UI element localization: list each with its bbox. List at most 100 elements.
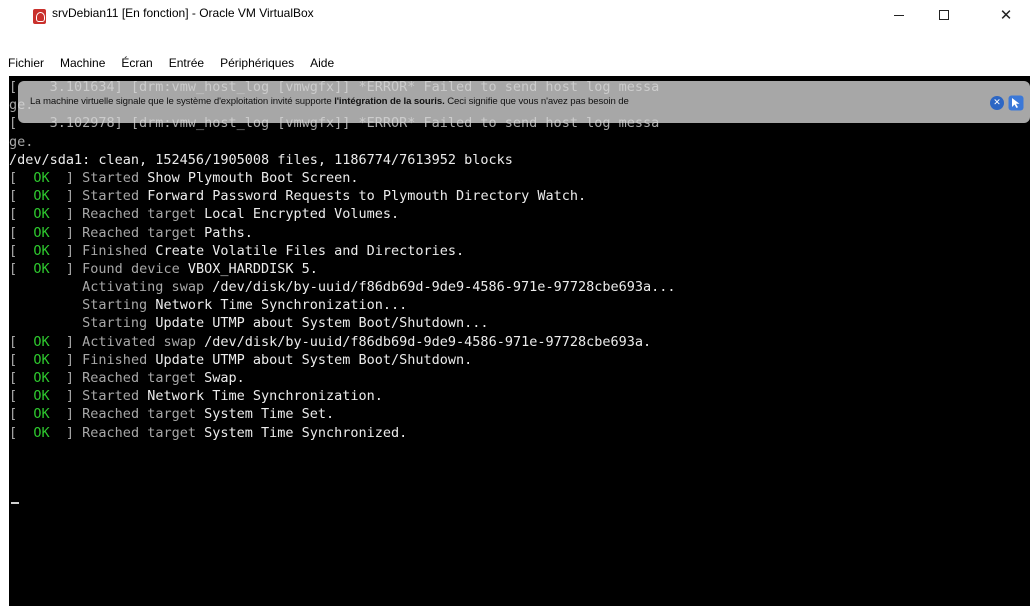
status-ok: OK: [33, 333, 50, 350]
boot-verb: Started: [82, 169, 148, 186]
boot-status-line: [ OK ] Reached target Paths.: [9, 224, 1030, 242]
status-bracket-close: ]: [49, 169, 83, 186]
boot-verb: Reached target: [82, 206, 205, 223]
notification-text-after: Ceci signifie que vous n'avez pas besoin…: [444, 96, 629, 107]
boot-verb: Reached target: [82, 224, 205, 241]
virtualbox-icon: [33, 9, 46, 24]
notification-text: La machine virtuelle signale que le syst…: [30, 96, 629, 107]
status-bracket-open: [: [9, 188, 34, 205]
menu-bar: Fichier Machine Écran Entrée Périphériqu…: [0, 52, 1032, 74]
boot-status-line: [ OK ] Started Network Time Synchronizat…: [9, 387, 1030, 405]
boot-status-line: [ OK ] Finished Create Volatile Files an…: [9, 242, 1030, 260]
boot-status-line: [ OK ] Started Forward Password Requests…: [9, 187, 1030, 205]
status-ok: OK: [33, 188, 50, 205]
minimize-button[interactable]: [876, 0, 922, 30]
status-bracket-open: [: [9, 260, 34, 277]
status-bracket-close: ]: [49, 260, 83, 277]
boot-status-line: Starting Network Time Synchronization...: [9, 296, 1030, 314]
maximize-button[interactable]: [921, 0, 967, 30]
terminal-line: ge.: [9, 133, 1030, 151]
boot-status-line: [ OK ] Reached target System Time Set.: [9, 405, 1030, 423]
status-bracket-close: ]: [49, 206, 83, 223]
boot-status-line: [ OK ] Started Show Plymouth Boot Screen…: [9, 169, 1030, 187]
status-ok: OK: [33, 370, 50, 386]
status-indent: [9, 297, 82, 313]
title-bar[interactable]: srvDebian11 [En fonction] - Oracle VM Vi…: [0, 0, 1032, 50]
notification-text-before: La machine virtuelle signale que le syst…: [30, 96, 335, 107]
boot-target: VBOX_HARDDISK 5.: [187, 260, 318, 277]
status-bracket-open: [: [9, 370, 34, 386]
status-bracket-open: [: [9, 424, 34, 441]
status-bracket-close: ]: [49, 388, 83, 405]
status-ok: OK: [33, 206, 50, 223]
status-ok: OK: [33, 169, 50, 186]
mouse-integration-notification: La machine virtuelle signale que le syst…: [18, 81, 1030, 123]
status-indent: [9, 279, 82, 295]
status-ok: OK: [33, 224, 50, 241]
status-ok: OK: [33, 388, 50, 405]
boot-target: Forward Password Requests to Plymouth Di…: [147, 188, 587, 205]
menu-machine[interactable]: Machine: [59, 55, 106, 71]
boot-verb: Finished: [82, 242, 156, 259]
close-button[interactable]: ✕: [983, 0, 1029, 30]
menu-fichier[interactable]: Fichier: [7, 55, 45, 71]
boot-target: Create Volatile Files and Directories.: [155, 242, 465, 259]
boot-target: Network Time Synchronization...: [155, 297, 408, 314]
boot-target: System Time Synchronized.: [204, 424, 408, 441]
status-ok: OK: [33, 406, 50, 423]
status-bracket-open: [: [9, 388, 34, 405]
notification-text-bold: l'intégration de la souris.: [334, 96, 445, 107]
boot-target: /dev/disk/by-uuid/f86db69d-9de9-4586-971…: [212, 279, 676, 296]
status-bracket-close: ]: [49, 351, 83, 368]
menu-peripheriques[interactable]: Périphériques: [219, 55, 295, 71]
boot-status-line: [ OK ] Reached target Local Encrypted Vo…: [9, 205, 1030, 223]
status-bracket-close: ]: [49, 370, 83, 386]
terminal-output: [ 3.101634] [drm:vmw_host_log [vmwgfx]] …: [9, 78, 1030, 442]
terminal-line: /dev/sda1: clean, 152456/1905008 files, …: [9, 151, 1030, 169]
boot-target: System Time Set.: [204, 406, 335, 423]
menu-aide[interactable]: Aide: [309, 55, 335, 71]
status-bracket-close: ]: [49, 333, 83, 350]
boot-target: Network Time Synchronization.: [147, 388, 383, 405]
maximize-icon: [939, 10, 949, 20]
boot-target: Local Encrypted Volumes.: [204, 206, 400, 223]
window-title: srvDebian11 [En fonction] - Oracle VM Vi…: [52, 6, 314, 20]
boot-verb: Started: [82, 188, 148, 205]
mouse-integration-icon[interactable]: [1008, 95, 1024, 111]
boot-status-line: [ OK ] Reached target System Time Synchr…: [9, 424, 1030, 442]
boot-target: Paths.: [204, 224, 253, 241]
status-bracket-open: [: [9, 351, 34, 368]
minimize-icon: [894, 14, 904, 16]
boot-target: Update UTMP about System Boot/Shutdown..…: [155, 315, 489, 332]
menu-entree[interactable]: Entrée: [168, 55, 205, 71]
boot-verb: Activated swap: [82, 333, 205, 350]
boot-status-line: Starting Update UTMP about System Boot/S…: [9, 314, 1030, 332]
boot-target: Update UTMP about System Boot/Shutdown.: [155, 351, 473, 368]
boot-verb: Found device: [82, 260, 188, 277]
status-bracket-open: [: [9, 224, 34, 241]
log-text: /dev/sda1: clean, 152456/1905008 files, …: [9, 151, 513, 168]
boot-target: Show Plymouth Boot Screen.: [147, 169, 359, 186]
boot-verb: Reached target: [82, 370, 205, 386]
boot-status-line: [ OK ] Activated swap /dev/disk/by-uuid/…: [9, 333, 1030, 351]
boot-status-line: [ OK ] Reached target Swap.: [9, 369, 1030, 387]
status-ok: OK: [33, 351, 50, 368]
status-bracket-close: ]: [49, 406, 83, 423]
status-bracket-open: [: [9, 333, 34, 350]
close-notification-icon[interactable]: ✕: [990, 96, 1004, 110]
boot-target: /dev/disk/by-uuid/f86db69d-9de9-4586-971…: [204, 333, 652, 350]
boot-status-line: [ OK ] Finished Update UTMP about System…: [9, 351, 1030, 369]
terminal-cursor: [11, 502, 19, 504]
status-bracket-close: ]: [49, 424, 83, 441]
vm-display[interactable]: [ 3.101634] [drm:vmw_host_log [vmwgfx]] …: [9, 76, 1030, 606]
boot-status-line: [ OK ] Found device VBOX_HARDDISK 5.: [9, 260, 1030, 278]
status-bracket-open: [: [9, 169, 34, 186]
status-ok: OK: [33, 424, 50, 441]
status-bracket-close: ]: [49, 224, 83, 241]
log-text: ge.: [9, 133, 34, 150]
status-bracket-open: [: [9, 406, 34, 423]
menu-ecran[interactable]: Écran: [120, 55, 153, 71]
boot-verb: Started: [82, 388, 148, 405]
status-bracket-open: [: [9, 242, 34, 259]
boot-verb: Reached target: [82, 406, 205, 423]
